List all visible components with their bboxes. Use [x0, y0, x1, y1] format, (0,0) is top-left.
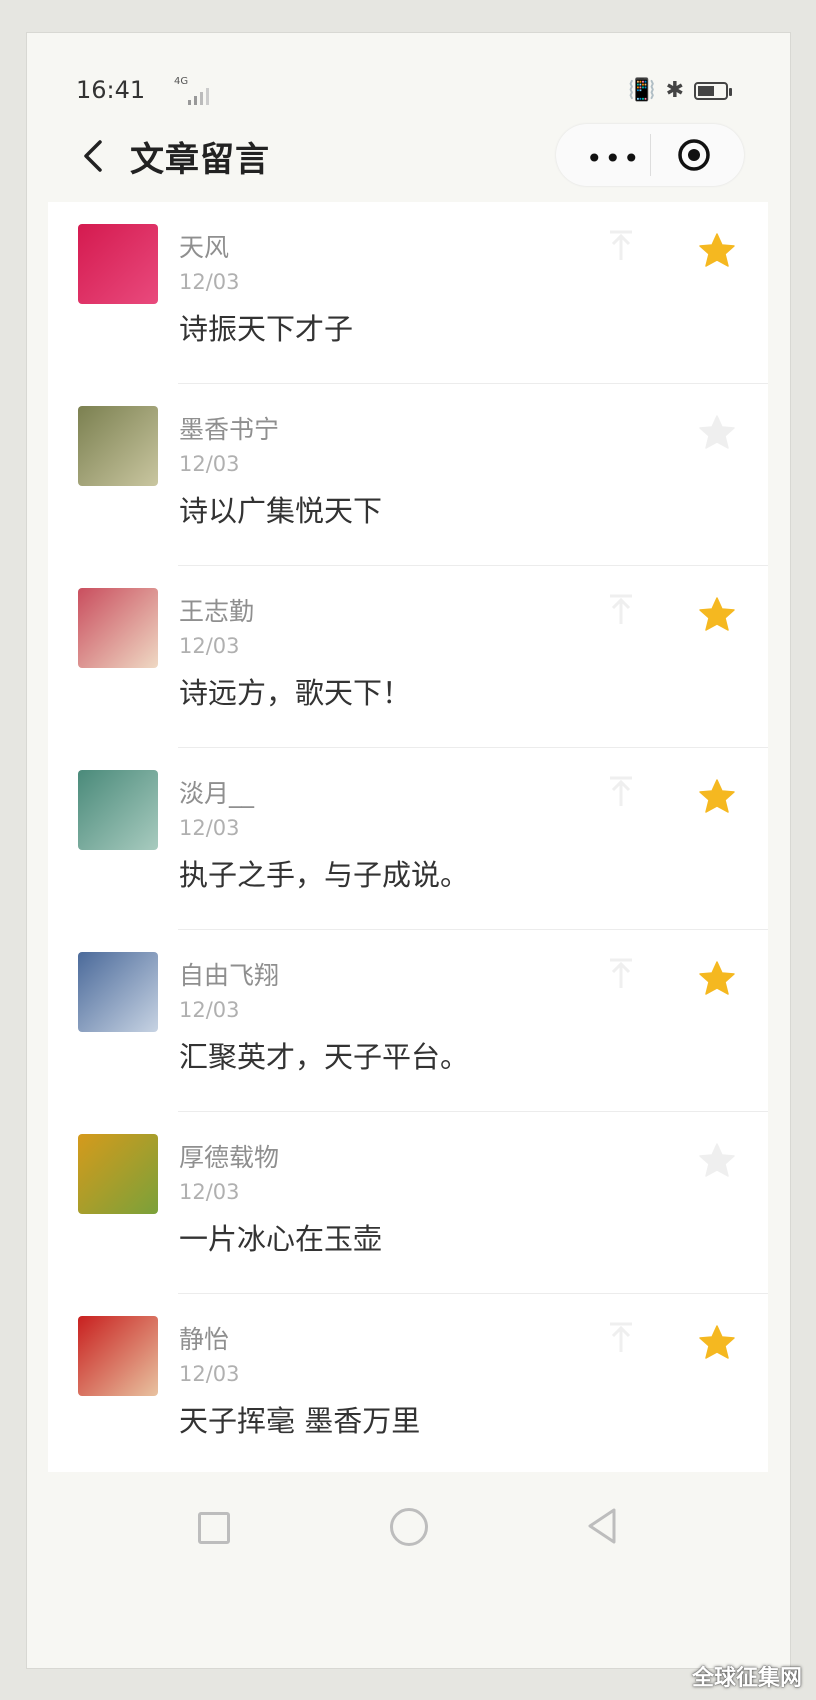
battery-icon	[694, 81, 732, 100]
comment-item[interactable]: 静怡 12/03 天子挥毫 墨香万里	[48, 1294, 768, 1476]
comment-text: 诗振天下才子	[179, 312, 354, 346]
battery-fill	[698, 85, 714, 96]
commenter-name: 淡月__	[179, 779, 255, 808]
bluetooth-icon: ✱	[665, 78, 684, 103]
comment-date: 12/03	[179, 634, 240, 658]
commenter-name: 天风	[179, 233, 230, 262]
title-bar: 文章留言 •••	[48, 122, 748, 202]
commenter-name: 静怡	[179, 1325, 230, 1354]
system-nav-bar	[48, 1472, 768, 1582]
star-icon[interactable]	[698, 596, 736, 632]
pin-to-top-icon[interactable]	[606, 774, 636, 810]
more-button[interactable]: •••	[586, 142, 642, 175]
pin-to-top-icon[interactable]	[606, 592, 636, 628]
watermark: 全球征集网	[691, 1666, 802, 1691]
recent-apps-button[interactable]	[198, 1512, 230, 1544]
mini-program-capsule: •••	[556, 124, 744, 186]
comment-list: 天风 12/03 诗振天下才子墨香书宁 12/03 诗以广集悦天下王志勤 12/03 诗远方…	[48, 202, 768, 1472]
comment-date: 12/03	[179, 1362, 240, 1386]
vibrate-icon: 📳	[628, 78, 656, 103]
comment-item[interactable]: 自由飞翔 12/03 汇聚英才，天子平台。	[48, 930, 768, 1112]
comment-text: 一片冰心在玉壶	[179, 1222, 383, 1256]
home-button[interactable]	[390, 1508, 428, 1546]
comment-text: 汇聚英才，天子平台。	[179, 1040, 470, 1074]
comment-text: 执子之手，与子成说。	[179, 858, 470, 892]
status-time: 16:41	[76, 76, 146, 104]
avatar[interactable]	[78, 1316, 158, 1396]
star-icon[interactable]	[698, 1142, 736, 1178]
close-target-icon[interactable]	[676, 137, 712, 173]
commenter-name: 墨香书宁	[179, 415, 280, 444]
comment-item[interactable]: 淡月__ 12/03 执子之手，与子成说。	[48, 748, 768, 930]
comment-date: 12/03	[179, 1180, 240, 1204]
back-arrow-icon[interactable]	[76, 136, 116, 176]
avatar[interactable]	[78, 588, 158, 668]
comment-date: 12/03	[179, 998, 240, 1022]
comment-item[interactable]: 墨香书宁 12/03 诗以广集悦天下	[48, 384, 768, 566]
pin-to-top-icon[interactable]	[606, 228, 636, 264]
avatar[interactable]	[78, 770, 158, 850]
commenter-name: 自由飞翔	[179, 961, 280, 990]
star-icon[interactable]	[698, 232, 736, 268]
comment-date: 12/03	[179, 270, 240, 294]
capsule-divider	[650, 134, 651, 176]
comment-item[interactable]: 厚德载物 12/03 一片冰心在玉壶	[48, 1112, 768, 1294]
status-icons: 📳 ✱	[628, 78, 732, 103]
status-bar: 16:41 4G 📳 ✱	[48, 74, 748, 108]
signal-icon	[188, 88, 209, 105]
avatar[interactable]	[78, 224, 158, 304]
star-icon[interactable]	[698, 414, 736, 450]
comment-item[interactable]: 王志勤 12/03 诗远方，歌天下！	[48, 566, 768, 748]
comment-item[interactable]: 天风 12/03 诗振天下才子	[48, 202, 768, 384]
star-icon[interactable]	[698, 1324, 736, 1360]
page-title: 文章留言	[130, 140, 270, 180]
comment-text: 天子挥毫 墨香万里	[179, 1404, 421, 1438]
avatar[interactable]	[78, 406, 158, 486]
comment-date: 12/03	[179, 452, 240, 476]
star-icon[interactable]	[698, 778, 736, 814]
comment-date: 12/03	[179, 816, 240, 840]
nav-back-icon[interactable]	[584, 1506, 620, 1546]
commenter-name: 厚德载物	[179, 1143, 280, 1172]
commenter-name: 王志勤	[179, 597, 255, 626]
star-icon[interactable]	[698, 960, 736, 996]
avatar[interactable]	[78, 1134, 158, 1214]
avatar[interactable]	[78, 952, 158, 1032]
comment-text: 诗以广集悦天下	[179, 494, 383, 528]
comment-text: 诗远方，歌天下！	[179, 676, 412, 710]
pin-to-top-icon[interactable]	[606, 956, 636, 992]
pin-to-top-icon[interactable]	[606, 1320, 636, 1356]
